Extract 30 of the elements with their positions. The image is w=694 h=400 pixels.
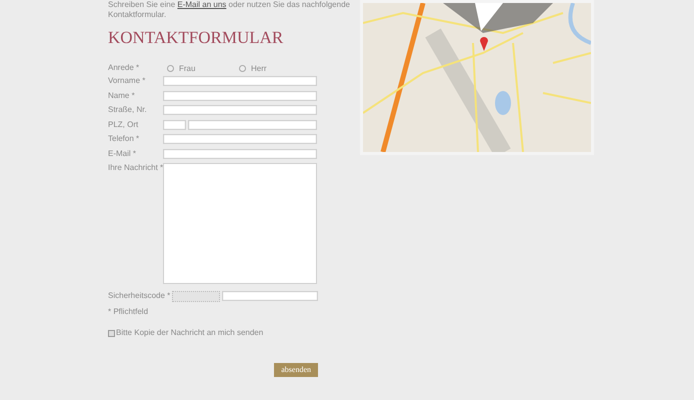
postcode-field[interactable] — [163, 120, 186, 130]
field-label: Vorname * — [108, 76, 146, 86]
radio-button[interactable] — [167, 65, 174, 72]
field-label: Ihre Nachricht * — [108, 163, 163, 173]
field-label: Name * — [108, 90, 136, 101]
form-heading: KONTAKTFORMULAR — [108, 28, 284, 48]
field-label: PLZ, Ort — [108, 120, 140, 130]
email-link[interactable]: E-Mail an uns — [177, 0, 226, 9]
text-field[interactable] — [163, 148, 317, 159]
field-label: Telefon * — [108, 134, 140, 144]
checkbox[interactable] — [108, 330, 115, 336]
text-field[interactable] — [163, 134, 317, 144]
map-image[interactable] — [360, 0, 594, 155]
intro-text: Schreiben Sie eine E-Mail an uns oder nutzen Sie das nachfolgende Kontaktformular. — [108, 0, 350, 20]
text-field[interactable] — [163, 105, 317, 116]
radio-label: Herr — [251, 62, 267, 74]
city-field[interactable] — [188, 120, 317, 130]
radio-label: Frau — [179, 62, 196, 74]
message-field[interactable] — [163, 163, 317, 284]
text-field[interactable] — [163, 90, 317, 101]
checkbox-label: Bitte Kopie der Nachricht an mich senden — [116, 327, 264, 339]
field-label: Anrede * — [108, 62, 140, 72]
text-field[interactable] — [163, 76, 317, 86]
field-label: E-Mail * — [108, 148, 138, 159]
required-note: * Pflichtfeld — [108, 306, 150, 318]
field-label: Sicherheitscode * — [108, 290, 170, 302]
field-label: Straße, Nr. — [108, 105, 148, 116]
captcha-field[interactable] — [222, 291, 318, 301]
captcha-image — [172, 290, 220, 302]
radio-button[interactable] — [239, 65, 246, 72]
